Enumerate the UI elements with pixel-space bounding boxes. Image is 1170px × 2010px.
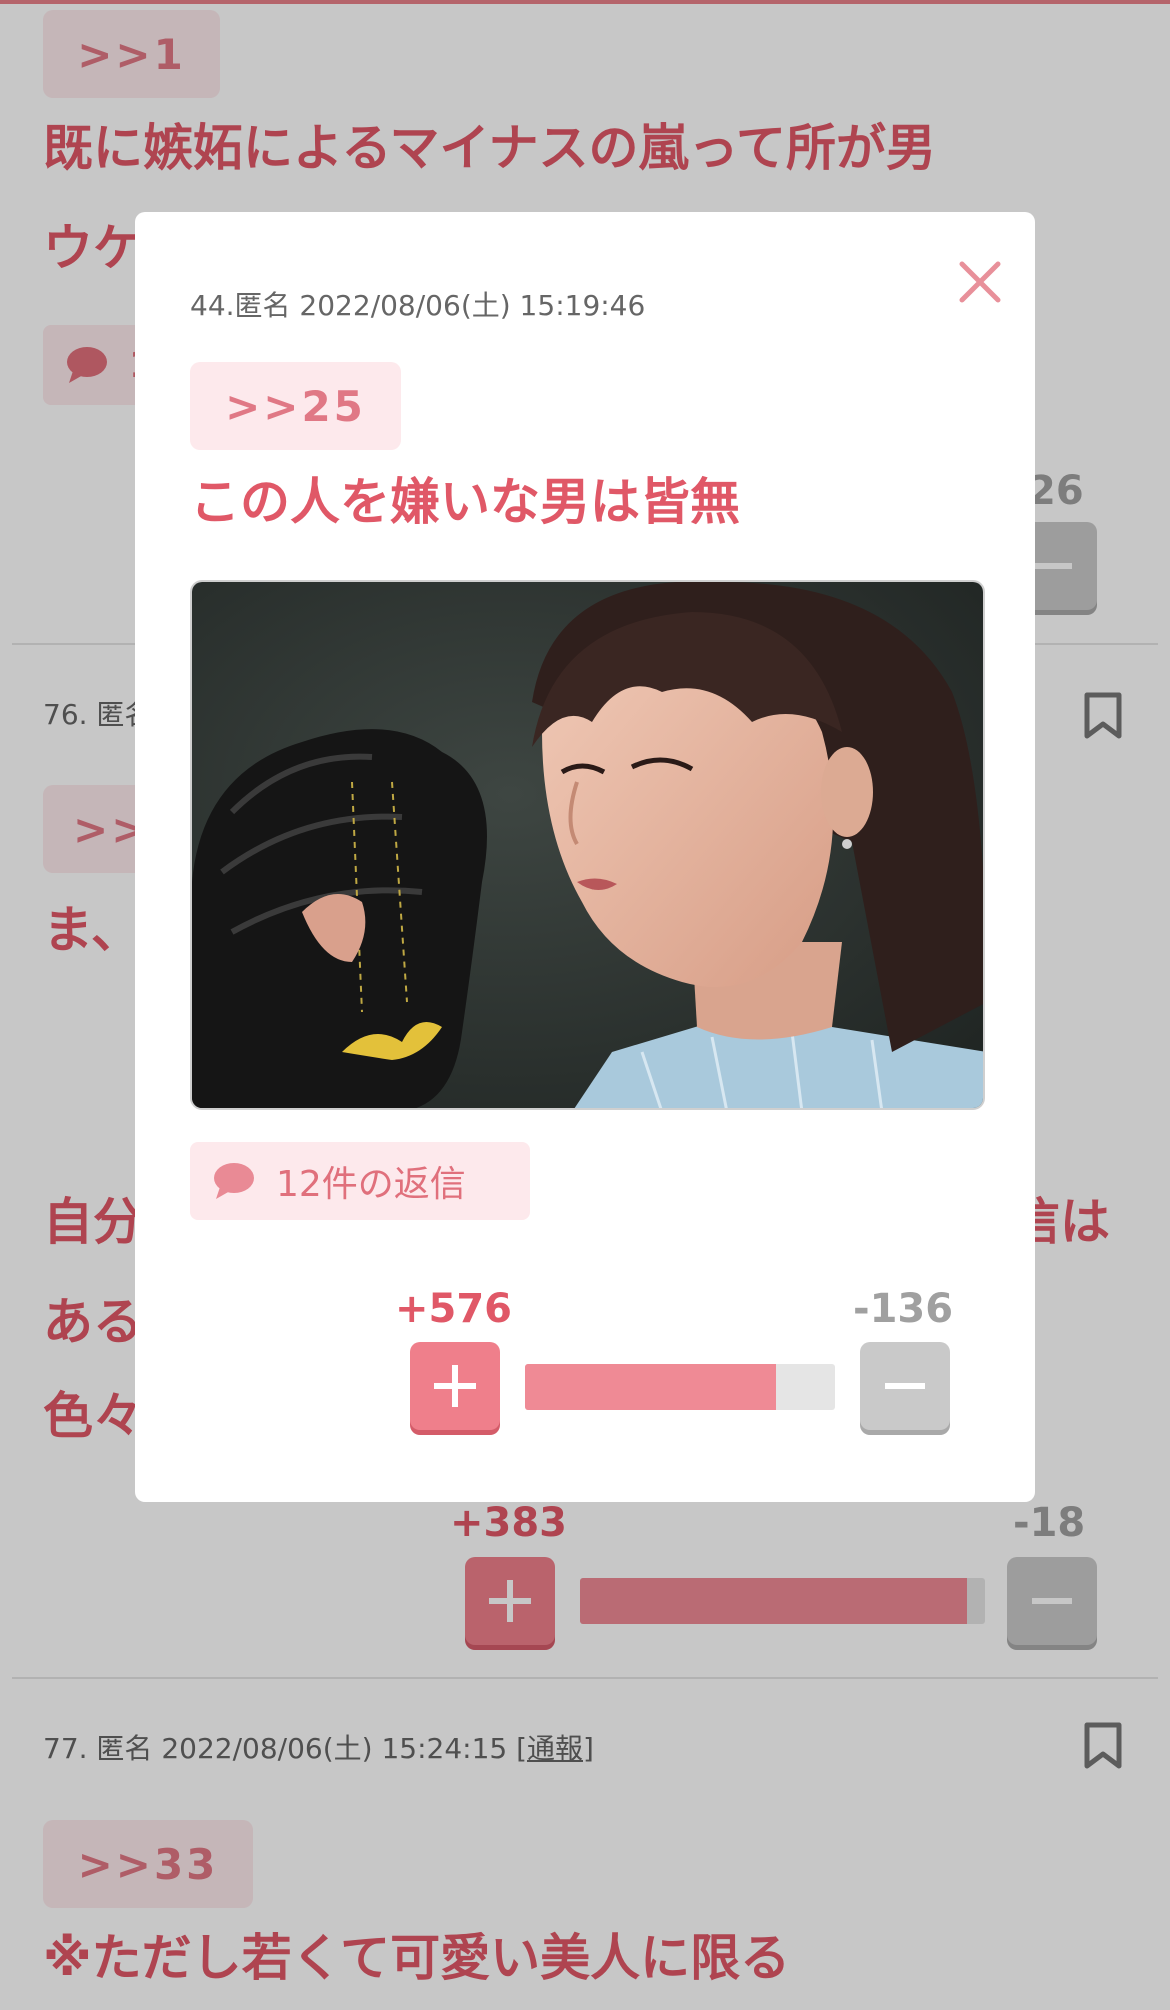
- modal-comment-meta: 44.匿名 2022/08/06(土) 15:19:46: [190, 289, 646, 322]
- minus-icon: [885, 1383, 925, 1389]
- reply-count-chip[interactable]: 12件の返信: [190, 1142, 530, 1220]
- photo-of-woman-in-pitching-glove: [192, 582, 983, 1108]
- vote-ratio-bar: [525, 1364, 835, 1410]
- plus-icon: [434, 1365, 476, 1407]
- modal-anchor-link[interactable]: >>25: [190, 362, 401, 450]
- plus-button[interactable]: [410, 1342, 500, 1430]
- vote-ratio-fill: [525, 1364, 776, 1410]
- modal-comment-text: この人を嫌いな男は皆無: [190, 473, 740, 531]
- plus-count: +576: [395, 1286, 513, 1332]
- speech-bubble-icon: [214, 1163, 254, 1199]
- comment-image[interactable]: [190, 580, 985, 1110]
- close-icon[interactable]: [950, 252, 1010, 312]
- reply-count-label: 12件の返信: [276, 1164, 466, 1205]
- minus-button[interactable]: [860, 1342, 950, 1430]
- minus-count: -136: [853, 1286, 954, 1332]
- reply-modal: 44.匿名 2022/08/06(土) 15:19:46 >>25 この人を嫌い…: [135, 212, 1035, 1502]
